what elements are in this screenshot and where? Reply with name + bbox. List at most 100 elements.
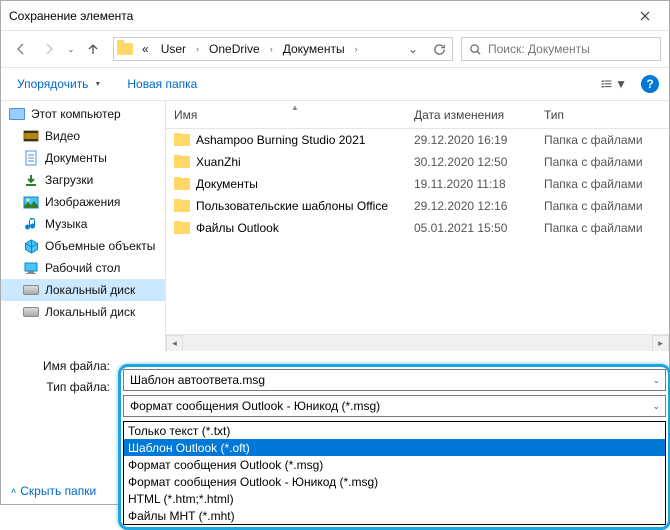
filetype-label: Тип файла: <box>13 380 118 394</box>
chevron-down-icon: ▼ <box>615 77 627 91</box>
chevron-right-icon: › <box>268 44 275 54</box>
tree-item-label: Изображения <box>45 195 120 209</box>
down-icon <box>23 172 39 188</box>
tree-item[interactable]: Загрузки <box>1 169 165 191</box>
tree-item[interactable]: Локальный диск <box>1 279 165 301</box>
tree-item-label: Музыка <box>45 217 87 231</box>
chevron-down-icon[interactable]: ⌄ <box>652 401 660 412</box>
filetype-select[interactable]: Формат сообщения Outlook - Юникод (*.msg… <box>123 395 666 417</box>
file-type: Папка с файлами <box>536 133 669 147</box>
address-dropdown[interactable]: ⌄ <box>402 38 424 60</box>
file-row[interactable]: Ashampoo Burning Studio 202129.12.2020 1… <box>166 129 669 151</box>
help-button[interactable]: ? <box>641 75 659 93</box>
titlebar: Сохранение элемента <box>1 1 669 31</box>
new-folder-button[interactable]: Новая папка <box>121 73 203 95</box>
crumb-onedrive[interactable]: OneDrive <box>205 38 264 60</box>
refresh-button[interactable] <box>428 38 450 60</box>
folder-icon <box>174 178 190 190</box>
crumb-user[interactable]: User <box>157 38 190 60</box>
desk-icon <box>23 260 39 276</box>
forward-button[interactable] <box>37 37 61 61</box>
chevron-right-icon: › <box>194 44 201 54</box>
dropdown-option[interactable]: Файлы MHT (*.mht) <box>124 507 665 524</box>
folder-icon <box>174 156 190 168</box>
toolbar: Упорядочить▼ Новая папка ▼ ? <box>1 67 669 101</box>
folder-icon <box>174 134 190 146</box>
scroll-right-button[interactable]: ▸ <box>652 335 669 352</box>
main-area: Этот компьютер Видео Документы Загрузки Изоб… <box>1 101 669 351</box>
folder-icon <box>174 222 190 234</box>
up-button[interactable] <box>81 37 105 61</box>
column-headers[interactable]: ▲Имя Дата изменения Тип <box>166 101 669 129</box>
tree-item[interactable]: Локальный диск <box>1 301 165 323</box>
highlighted-region: Шаблон автоответа.msg ⌄ Формат сообщения… <box>118 364 670 530</box>
dropdown-option[interactable]: Только текст (*.txt) <box>124 422 665 439</box>
navbar: ⌄ « User › OneDrive › Документы › ⌄ Поис… <box>1 31 669 67</box>
folder-icon <box>174 200 190 212</box>
img-icon <box>23 194 39 210</box>
disk-icon <box>23 304 39 320</box>
tree-item-label: Локальный диск <box>45 283 135 297</box>
col-type[interactable]: Тип <box>536 108 669 122</box>
hide-folders-label: Скрыть папки <box>20 484 96 498</box>
dropdown-option[interactable]: Формат сообщения Outlook (*.msg) <box>124 456 665 473</box>
file-row[interactable]: Файлы Outlook05.01.2021 15:50Папка с фай… <box>166 217 669 239</box>
file-row[interactable]: Пользовательские шаблоны Office29.12.202… <box>166 195 669 217</box>
file-date: 30.12.2020 12:50 <box>406 155 536 169</box>
filename-label: Имя файла: <box>13 359 118 373</box>
dropdown-option[interactable]: Шаблон Outlook (*.oft) <box>124 439 665 456</box>
tree-item-label: Видео <box>45 129 80 143</box>
tree-item-label: Этот компьютер <box>31 107 121 121</box>
filetype-value: Формат сообщения Outlook - Юникод (*.msg… <box>130 399 380 413</box>
scroll-left-button[interactable]: ◂ <box>166 335 183 352</box>
chevron-down-icon[interactable]: ⌄ <box>652 375 660 386</box>
search-input[interactable]: Поиск: Документы <box>461 37 661 61</box>
close-button[interactable] <box>622 1 667 30</box>
video-icon <box>23 128 39 144</box>
dropdown-option[interactable]: HTML (*.htm;*.html) <box>124 490 665 507</box>
horizontal-scrollbar[interactable]: ◂ ▸ <box>166 334 669 351</box>
file-date: 29.12.2020 12:16 <box>406 199 536 213</box>
doc-icon <box>23 150 39 166</box>
tree-item[interactable]: Документы <box>1 147 165 169</box>
address-bar[interactable]: « User › OneDrive › Документы › ⌄ <box>113 37 453 61</box>
organize-button[interactable]: Упорядочить▼ <box>11 73 107 95</box>
crumb-root[interactable]: « <box>138 38 153 60</box>
tree-item-label: Документы <box>45 151 107 165</box>
tree-item[interactable]: Музыка <box>1 213 165 235</box>
music-icon <box>23 216 39 232</box>
file-date: 05.01.2021 15:50 <box>406 221 536 235</box>
filename-value: Шаблон автоответа.msg <box>130 373 265 387</box>
tree-item[interactable]: Этот компьютер <box>1 103 165 125</box>
file-name: Документы <box>196 177 258 191</box>
file-row[interactable]: XuanZhi30.12.2020 12:50Папка с файлами <box>166 151 669 173</box>
window-title: Сохранение элемента <box>9 9 622 23</box>
back-button[interactable] <box>9 37 33 61</box>
file-type: Папка с файлами <box>536 177 669 191</box>
view-options-button[interactable]: ▼ <box>601 71 627 97</box>
file-list[interactable]: Ashampoo Burning Studio 202129.12.2020 1… <box>166 129 669 334</box>
search-placeholder: Поиск: Документы <box>488 42 590 56</box>
file-row[interactable]: Документы 19.11.2020 11:18Папка с файлами <box>166 173 669 195</box>
col-date[interactable]: Дата изменения <box>406 108 536 122</box>
filename-input[interactable]: Шаблон автоответа.msg ⌄ <box>123 369 666 391</box>
hide-folders-toggle[interactable]: ˄ Скрыть папки <box>11 484 96 498</box>
file-name: Файлы Outlook <box>196 221 279 235</box>
tree-item-label: Объемные объекты <box>45 239 155 253</box>
sort-asc-icon: ▲ <box>291 103 299 112</box>
folder-tree[interactable]: Этот компьютер Видео Документы Загрузки Изоб… <box>1 101 166 351</box>
tree-item-label: Локальный диск <box>45 305 135 319</box>
tree-item[interactable]: Видео <box>1 125 165 147</box>
file-date: 19.11.2020 11:18 <box>406 177 536 191</box>
tree-item[interactable]: Изображения <box>1 191 165 213</box>
col-name[interactable]: ▲Имя <box>166 108 406 122</box>
tree-item-label: Рабочий стол <box>45 261 120 275</box>
crumb-documents[interactable]: Документы <box>279 38 349 60</box>
tree-item[interactable]: Объемные объекты <box>1 235 165 257</box>
chevron-down-icon: ▼ <box>94 81 101 88</box>
filetype-dropdown-list[interactable]: Только текст (*.txt)Шаблон Outlook (*.of… <box>123 421 666 525</box>
search-icon <box>468 42 482 56</box>
tree-item[interactable]: Рабочий стол <box>1 257 165 279</box>
dropdown-option[interactable]: Формат сообщения Outlook - Юникод (*.msg… <box>124 473 665 490</box>
history-dropdown[interactable]: ⌄ <box>65 37 77 61</box>
